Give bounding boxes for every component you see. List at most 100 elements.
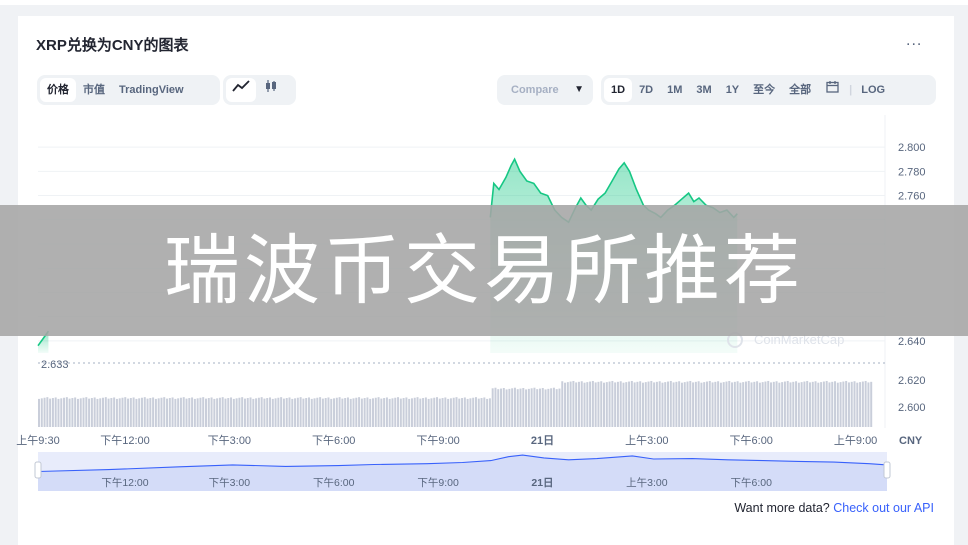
volume-bar xyxy=(363,398,366,427)
volume-bar xyxy=(744,381,747,427)
volume-bar xyxy=(561,381,564,427)
api-link[interactable]: Check out our API xyxy=(833,501,934,515)
volume-bar xyxy=(438,398,441,427)
volume-bar xyxy=(519,388,522,427)
volume-bar xyxy=(683,382,686,427)
volume-bar xyxy=(291,398,294,427)
navigator-tick-label: 下午9:00 xyxy=(417,476,459,489)
volume-bar xyxy=(199,397,202,427)
volume-bar xyxy=(488,398,491,427)
volume-bar xyxy=(539,388,541,427)
navigator-handle-right xyxy=(883,461,891,479)
volume-bar xyxy=(174,398,177,427)
volume-bar xyxy=(711,382,714,427)
volume-bar xyxy=(619,381,622,427)
volume-bar xyxy=(127,398,130,427)
volume-bar xyxy=(313,398,316,427)
volume-bar xyxy=(650,380,653,427)
volume-bar xyxy=(736,381,739,427)
volume-bar xyxy=(88,398,91,427)
x-tick-label: 上午9:30 xyxy=(16,434,59,447)
volume-bar xyxy=(739,382,742,427)
volume-bar xyxy=(778,382,781,427)
volume-bar xyxy=(842,381,845,427)
volume-bar xyxy=(461,398,464,427)
volume-bar xyxy=(241,397,244,427)
x-tick-label: 上午3:00 xyxy=(625,434,668,447)
volume-bar xyxy=(246,398,249,427)
volume-bar xyxy=(179,397,182,427)
volume-bar xyxy=(550,388,553,427)
navigator-tick-label: 下午6:00 xyxy=(313,476,355,489)
volume-bar xyxy=(678,381,681,427)
volume-bar xyxy=(96,398,99,427)
volume-bar xyxy=(257,397,260,427)
volume-bar xyxy=(372,398,374,427)
x-tick-label: 下午6:00 xyxy=(730,434,773,447)
volume-bar xyxy=(694,381,697,427)
volume-bar xyxy=(708,380,711,427)
volume-bar xyxy=(260,397,263,427)
volume-bar xyxy=(786,380,789,427)
volume-bar xyxy=(232,398,235,427)
volume-bar xyxy=(433,397,436,427)
currency-label: CNY xyxy=(899,435,923,447)
x-tick-label: 下午12:00 xyxy=(100,434,150,447)
volume-bar xyxy=(57,398,60,427)
volume-bar xyxy=(575,382,578,427)
volume-bar xyxy=(321,398,324,427)
volume-bar xyxy=(383,398,386,427)
volume-bar xyxy=(149,398,152,427)
volume-bar xyxy=(102,397,104,427)
volume-bar xyxy=(366,397,369,427)
volume-tick-label: 2.620 xyxy=(898,375,926,387)
volume-bar xyxy=(700,382,703,427)
volume-bar xyxy=(355,397,358,427)
volume-bar xyxy=(447,398,450,427)
volume-bar xyxy=(770,382,772,427)
volume-bar xyxy=(653,382,656,427)
volume-bar xyxy=(79,398,82,427)
volume-bar xyxy=(455,397,458,427)
volume-bar xyxy=(143,397,146,427)
volume-bar xyxy=(541,388,544,427)
volume-bar xyxy=(516,389,519,427)
navigator-tick-label: 下午3:00 xyxy=(209,476,251,489)
volume-bar xyxy=(391,398,394,427)
volume-bar xyxy=(255,398,258,427)
y-tick-label: 2.800 xyxy=(898,142,926,154)
volume-bar xyxy=(753,381,756,427)
volume-bar xyxy=(210,397,213,427)
volume-bar xyxy=(104,397,107,427)
x-tick-label: 下午6:00 xyxy=(312,434,355,447)
volume-bar xyxy=(639,381,642,427)
volume-bar xyxy=(511,388,514,427)
volume-bar xyxy=(302,398,305,427)
volume-tick-label: 2.600 xyxy=(898,402,926,414)
volume-bar xyxy=(338,397,341,427)
volume-bar xyxy=(661,382,664,427)
volume-bar xyxy=(836,382,839,427)
volume-bar xyxy=(544,389,547,427)
volume-bar xyxy=(525,389,528,427)
volume-bar xyxy=(728,380,731,427)
volume-bar xyxy=(767,380,770,427)
volume-bar xyxy=(742,382,745,427)
x-tick-label: 下午9:00 xyxy=(416,434,459,447)
volume-bar xyxy=(533,387,536,427)
volume-bar xyxy=(419,398,422,427)
volume-bar xyxy=(725,381,728,427)
volume-bar xyxy=(216,398,219,427)
volume-bar xyxy=(140,397,143,427)
volume-bar xyxy=(138,398,141,427)
volume-bar xyxy=(566,382,569,427)
volume-bar xyxy=(152,397,155,427)
volume-bar xyxy=(121,397,124,427)
volume-bar xyxy=(614,382,617,427)
volume-bar xyxy=(706,381,708,427)
volume-bar xyxy=(527,388,530,427)
volume-bar xyxy=(422,398,425,427)
volume-bar xyxy=(213,398,216,427)
volume-bar xyxy=(647,381,650,427)
volume-bar xyxy=(177,398,180,427)
